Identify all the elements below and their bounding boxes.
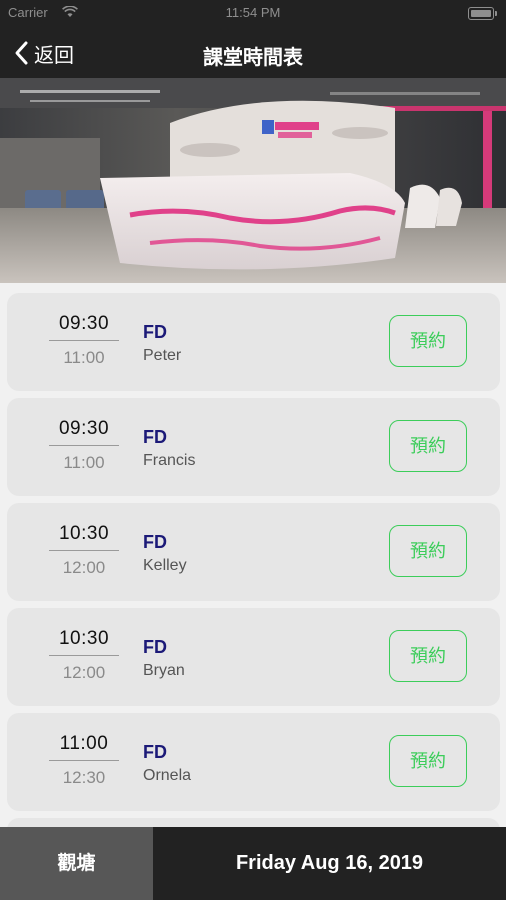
end-time: 12:30 [62,768,106,787]
class-name: FD [143,322,167,342]
hero-image [0,78,506,283]
class-card-partial [7,818,500,827]
time-divider [49,760,119,761]
time-divider [49,550,119,551]
start-time: 10:30 [58,523,110,544]
time-block: 10:30 12:00 [47,523,121,578]
page-title: 課堂時間表 [203,47,303,69]
date-picker-button[interactable]: Friday Aug 16, 2019 [153,827,506,900]
book-button[interactable]: 預約 [389,735,467,787]
class-card: 09:30 11:00 FD Peter 預約 [7,293,500,391]
location-button[interactable]: 觀塘 [0,827,153,900]
teacher-name: Kelley [143,557,187,574]
class-name: FD [143,532,167,552]
teacher-name: Ornela [143,767,192,784]
class-card: 10:30 12:00 FD Bryan 預約 [7,608,500,706]
time-block: 09:30 11:00 [47,418,121,473]
book-button[interactable]: 預約 [389,525,467,577]
book-button[interactable]: 預約 [389,630,467,682]
class-list: 09:30 11:00 FD Peter 預約 09:30 11:00 FD F… [0,284,506,827]
start-time: 09:30 [58,313,110,334]
time-block: 11:00 12:30 [47,733,121,788]
class-card: 11:00 12:30 FD Ornela 預約 [7,713,500,811]
class-name: FD [143,637,167,657]
start-time: 09:30 [58,418,110,439]
book-button[interactable]: 預約 [389,420,467,472]
teacher-name: Bryan [143,662,185,679]
bottom-bar: 觀塘 Friday Aug 16, 2019 [0,827,506,900]
end-time: 12:00 [62,558,106,577]
class-card: 10:30 12:00 FD Kelley 預約 [7,503,500,601]
time-divider [49,340,119,341]
status-bar: Carrier 11:54 PM [0,0,506,28]
time-block: 09:30 11:00 [47,313,121,368]
class-name: FD [143,742,167,762]
app-screen: Carrier 11:54 PM 返回 課堂時間表 09:30 11:00 FD… [0,0,506,900]
teacher-name: Peter [143,347,182,364]
studio-photo [0,78,506,283]
navigation-bar: 返回 課堂時間表 [0,28,506,78]
class-name: FD [143,427,167,447]
start-time: 11:00 [59,733,109,754]
end-time: 11:00 [63,348,105,367]
time-block: 10:30 12:00 [47,628,121,683]
class-card: 09:30 11:00 FD Francis 預約 [7,398,500,496]
clock-label: 11:54 PM [225,5,281,20]
book-button[interactable]: 預約 [389,315,467,367]
end-time: 11:00 [63,453,105,472]
end-time: 12:00 [62,663,106,682]
teacher-name: Francis [143,452,196,469]
start-time: 10:30 [58,628,110,649]
time-divider [49,655,119,656]
time-divider [49,445,119,446]
battery-icon [468,7,497,20]
